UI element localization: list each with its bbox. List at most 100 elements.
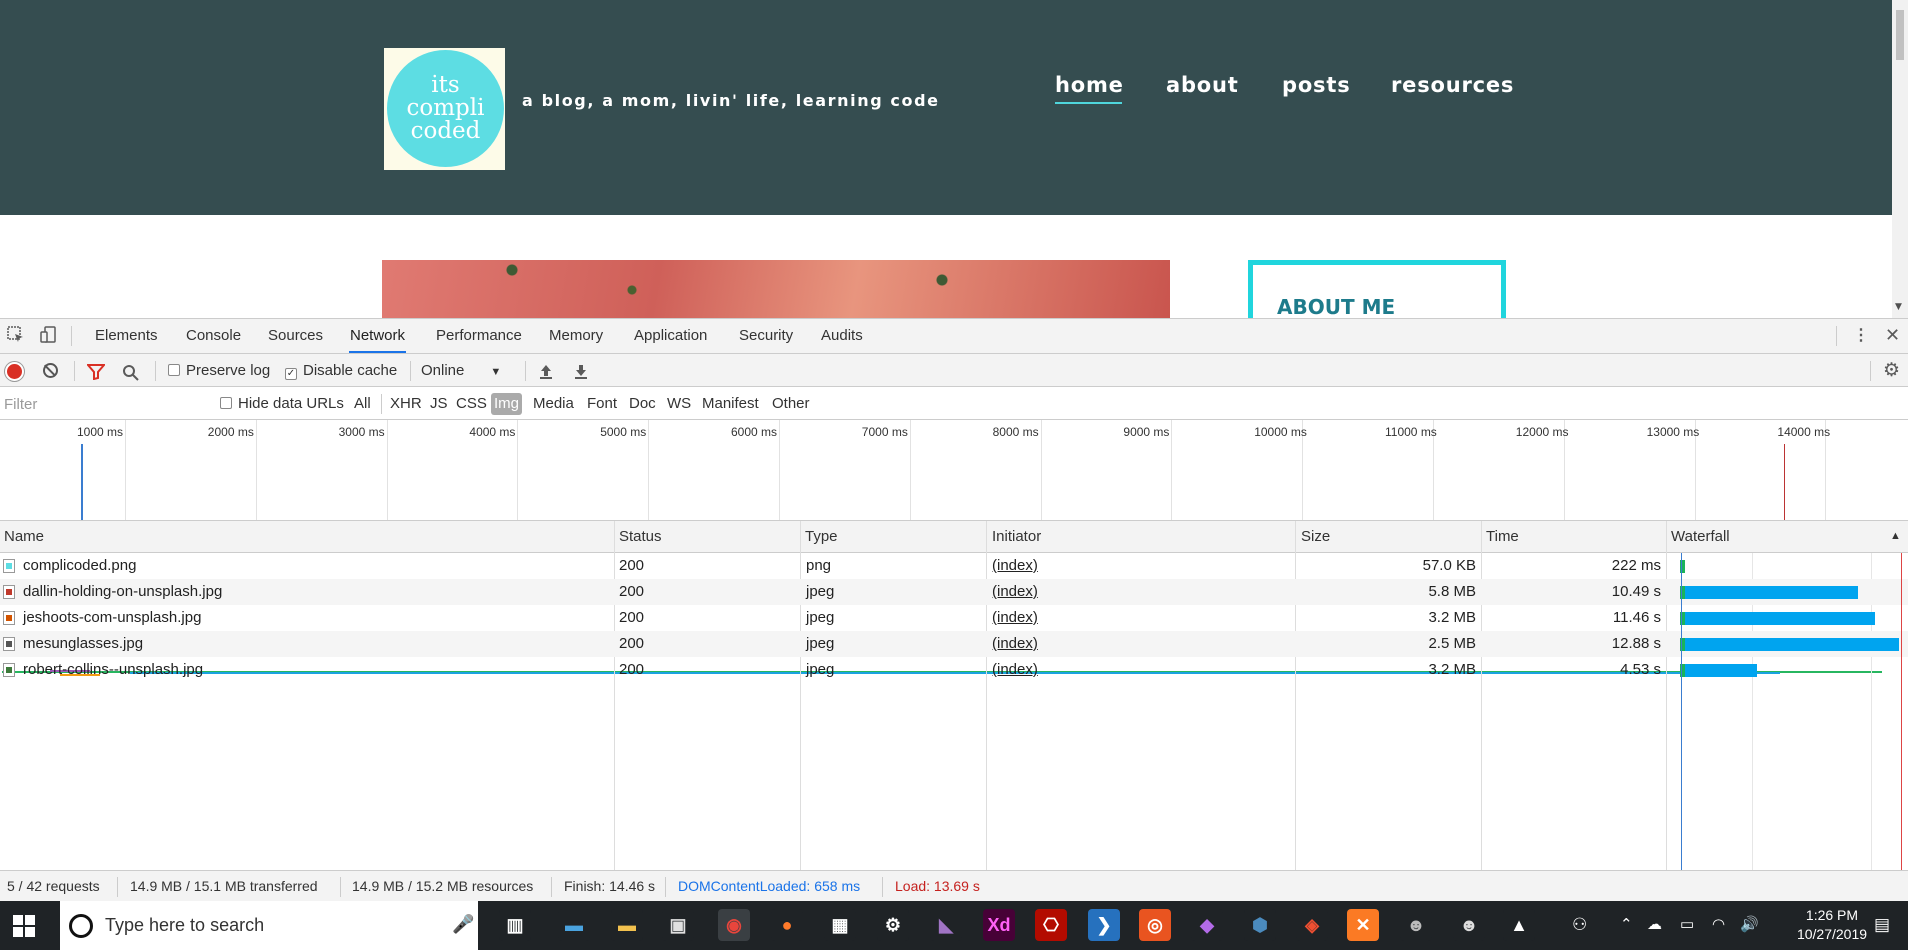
firefox-icon[interactable]: ● [771,909,803,941]
scroll-down-arrow-icon[interactable]: ▼ [1895,302,1902,312]
gimp-2-icon[interactable]: ☻ [1453,909,1485,941]
action-center-icon[interactable]: ▤ [1874,915,1890,935]
tab-memory[interactable]: Memory [548,319,604,353]
sort-arrow-up-icon[interactable]: ▲ [1886,521,1901,552]
request-row[interactable]: mesunglasses.jpg 200 jpeg (index) 2.5 MB 12.8… [0,631,1908,657]
ubuntu-icon[interactable]: ◎ [1139,909,1171,941]
request-name[interactable]: complicoded.png [23,553,136,579]
nav-home-link[interactable]: home [1055,73,1124,97]
chrome-icon[interactable]: ◉ [718,909,750,941]
request-row[interactable]: dallin-holding-on-unsplash.jpg 200 jpeg (in… [0,579,1908,605]
system-clock[interactable]: 1:26 PM 10/27/2019 [1792,906,1872,944]
filter-type-doc[interactable]: Doc [626,393,659,415]
settings-icon[interactable]: ⚙ [877,909,909,941]
close-devtools-icon[interactable]: ✕ [1885,325,1900,346]
filter-type-xhr[interactable]: XHR [387,393,425,415]
powershell-icon[interactable]: ❯ [1088,909,1120,941]
nav-posts-link[interactable]: posts [1282,73,1351,97]
people-icon[interactable]: ⚇ [1572,915,1587,935]
preserve-log-checkbox[interactable]: Preserve log [168,354,270,387]
show-hidden-icons-chevron-icon[interactable]: ⌃ [1620,915,1633,933]
filter-type-js[interactable]: JS [427,393,451,415]
network-settings-gear-icon[interactable]: ⚙ [1883,354,1900,387]
tab-application[interactable]: Application [633,319,708,353]
onedrive-cloud-icon[interactable]: ☁ [1647,915,1662,933]
column-header-status[interactable]: Status [615,521,662,552]
filter-type-other[interactable]: Other [769,393,813,415]
filter-type-font[interactable]: Font [584,393,620,415]
site-logo[interactable]: its compli coded [384,48,505,170]
git-icon[interactable]: ◈ [1296,909,1328,941]
python-icon[interactable]: ⬢ [1244,909,1276,941]
waterfall-download-bar[interactable] [1685,664,1758,677]
volume-icon[interactable]: 🔊 [1740,915,1759,933]
column-header-waterfall[interactable]: Waterfall [1667,521,1730,552]
request-initiator-link[interactable]: (index) [992,553,1038,579]
column-header-initiator[interactable]: Initiator [988,521,1041,552]
clear-log-icon[interactable] [43,363,58,378]
record-icon[interactable] [7,364,22,379]
folder-icon[interactable]: ▬ [611,909,643,941]
gimp-icon[interactable]: ☻ [1400,909,1432,941]
page-scroll-thumb[interactable] [1896,10,1904,60]
tab-audits[interactable]: Audits [820,319,864,353]
filter-type-img[interactable]: Img [491,393,523,415]
checkbox-checked[interactable]: ✓ [285,368,297,380]
windows-start-icon[interactable] [13,915,35,937]
microphone-icon[interactable]: 🎤 [452,914,474,935]
waterfall-download-bar[interactable] [1685,638,1899,651]
task-view-icon[interactable]: ▥ [499,909,531,941]
checkbox-box[interactable] [220,397,232,409]
tab-performance[interactable]: Performance [435,319,523,353]
device-toolbar-icon[interactable] [40,326,58,349]
search-icon[interactable] [122,355,139,388]
column-header-name[interactable]: Name [0,521,44,552]
column-header-type[interactable]: Type [801,521,838,552]
taskbar-search-box[interactable]: Type here to search 🎤 [60,901,478,950]
request-initiator-link[interactable]: (index) [992,605,1038,631]
request-name[interactable]: dallin-holding-on-unsplash.jpg [23,579,222,605]
filter-input[interactable] [0,393,206,415]
request-row[interactable]: robert-collins--unsplash.jpg 200 jpeg (inde… [0,657,1908,683]
filter-type-ws[interactable]: WS [664,393,694,415]
calculator-icon[interactable]: ▦ [824,909,856,941]
xampp-icon[interactable]: ✕ [1347,909,1379,941]
request-row[interactable]: complicoded.png 200 png (index) 57.0 KB 222 m… [0,553,1908,579]
tab-console[interactable]: Console [185,319,242,353]
request-name[interactable]: mesunglasses.jpg [23,631,143,657]
checkbox-box[interactable] [168,364,180,376]
export-har-icon[interactable] [573,355,589,388]
waterfall-download-bar[interactable] [1685,612,1875,625]
maps-icon[interactable]: ◆ [1191,909,1223,941]
request-initiator-link[interactable]: (index) [992,579,1038,605]
filter-type-media[interactable]: Media [530,393,577,415]
visual-studio-icon[interactable]: ◣ [930,909,962,941]
tab-sources[interactable]: Sources [267,319,324,353]
adobe-xd-icon[interactable]: Xd [983,909,1015,941]
disable-cache-checkbox[interactable]: ✓ Disable cache [285,354,397,387]
acrobat-icon[interactable]: ⎔ [1035,909,1067,941]
battery-icon[interactable]: ▭ [1680,915,1694,933]
tab-elements[interactable]: Elements [94,319,159,353]
photos-icon[interactable]: ▲ [1503,909,1535,941]
nav-about-link[interactable]: about [1166,73,1239,97]
file-explorer-icon[interactable]: ▬ [558,909,590,941]
column-header-time[interactable]: Time [1482,521,1519,552]
tab-network[interactable]: Network [349,319,407,353]
filter-type-manifest[interactable]: Manifest [699,393,762,415]
filter-type-all[interactable]: All [351,393,374,415]
cortana-icon[interactable] [69,914,93,938]
request-name[interactable]: jeshoots-com-unsplash.jpg [23,605,201,631]
wifi-icon[interactable]: ◠ [1712,915,1725,933]
store-icon[interactable]: ▣ [662,909,694,941]
nav-resources-link[interactable]: resources [1391,73,1514,97]
request-initiator-link[interactable]: (index) [992,631,1038,657]
hide-data-urls-checkbox[interactable]: Hide data URLs [220,387,344,420]
filter-funnel-icon[interactable] [85,355,107,388]
inspect-element-icon[interactable] [7,326,25,349]
page-scrollbar[interactable]: ▼ [1892,0,1908,318]
request-initiator-link[interactable]: (index) [992,657,1038,683]
column-header-size[interactable]: Size [1297,521,1330,552]
throttle-select[interactable]: Online ▼ [421,354,501,387]
more-options-icon[interactable]: ⋮ [1853,325,1869,345]
